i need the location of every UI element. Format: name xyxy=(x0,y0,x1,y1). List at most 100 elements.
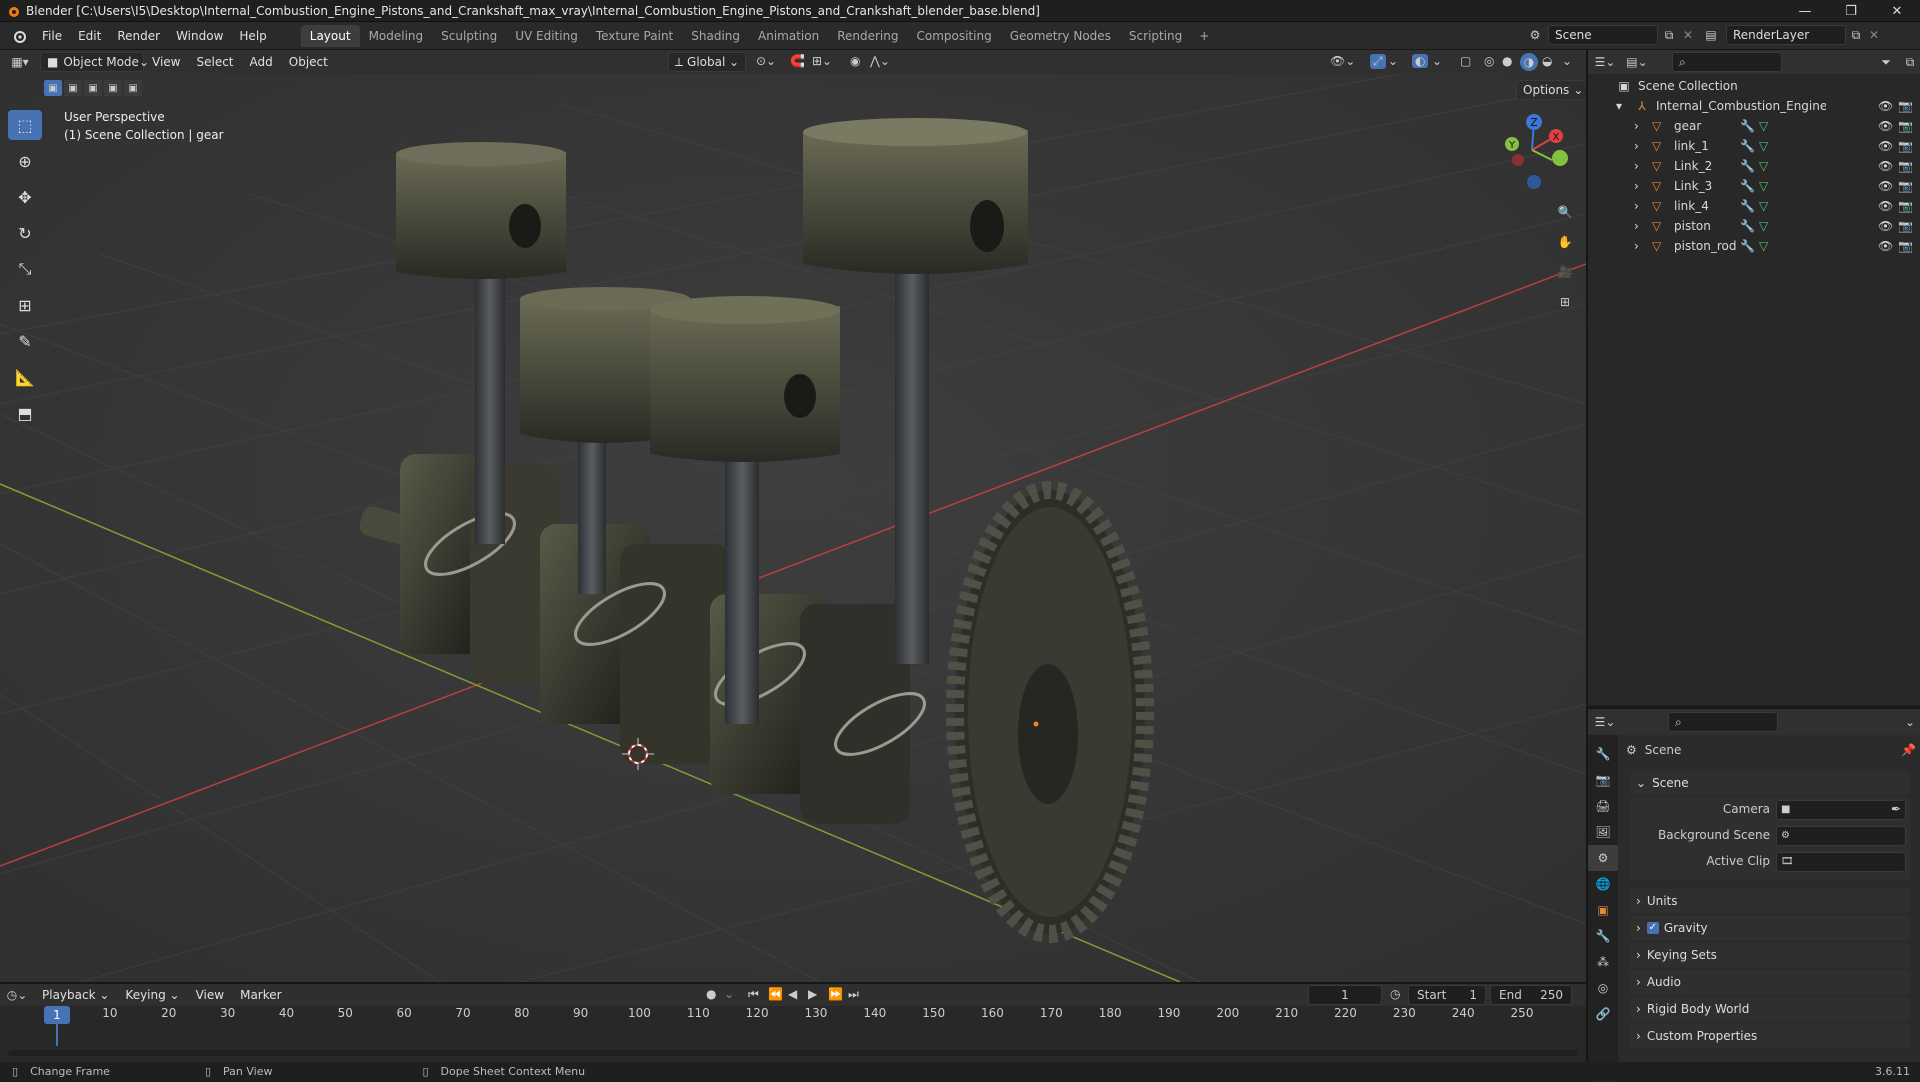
display-mode-icon[interactable]: ▤⌄ xyxy=(1622,55,1652,69)
outliner-search-input[interactable]: ⌕ xyxy=(1672,52,1782,72)
filter-icon[interactable]: ⏷ xyxy=(1874,55,1898,70)
rotate-tool-icon[interactable]: ↻ xyxy=(8,218,42,248)
modifier-tab-icon[interactable]: 🔧 xyxy=(1588,923,1618,949)
falloff-icon[interactable]: ⋀⌄ xyxy=(870,54,890,68)
modifier-wrench-icon[interactable]: 🔧 xyxy=(1740,199,1755,213)
menu-select[interactable]: Select xyxy=(188,51,241,73)
shading-dropdown-icon[interactable]: ⌄ xyxy=(1562,54,1572,68)
visibility-eye-icon[interactable]: 👁 xyxy=(1878,119,1893,133)
menu-edit[interactable]: Edit xyxy=(70,25,109,47)
new-view-layer-icon[interactable]: ⧉ xyxy=(1846,28,1866,43)
gizmo-toggle-icon[interactable]: ⤢ xyxy=(1370,54,1386,69)
view-layer-selector[interactable]: RenderLayer xyxy=(1726,25,1846,45)
add-cube-tool-icon[interactable]: ⬒ xyxy=(8,398,42,428)
visibility-eye-icon[interactable]: 👁 xyxy=(1878,219,1893,233)
tab-sculpting[interactable]: Sculpting xyxy=(432,25,506,47)
modifier-wrench-icon[interactable]: 🔧 xyxy=(1740,239,1755,253)
output-tab-icon[interactable]: 🖨 xyxy=(1588,793,1618,819)
chevron-right-icon[interactable]: › xyxy=(1634,239,1648,253)
chevron-right-icon[interactable]: › xyxy=(1634,219,1648,233)
playhead-frame-badge[interactable]: 1 xyxy=(44,1006,70,1024)
units-panel-header[interactable]: › Units xyxy=(1630,889,1910,913)
new-scene-icon[interactable]: ⧉ xyxy=(1658,28,1680,43)
material-preview-icon[interactable]: ◑ xyxy=(1520,53,1538,71)
ortho-toggle-icon[interactable]: ⊞ xyxy=(1553,290,1577,314)
rendered-shading-icon[interactable]: ◒ xyxy=(1542,54,1552,68)
chevron-right-icon[interactable]: › xyxy=(1634,159,1648,173)
menu-file[interactable]: File xyxy=(34,25,70,47)
render-tab-icon[interactable]: 📷 xyxy=(1588,767,1618,793)
outliner-object-row[interactable]: › ▽ link_4 🔧 ▽ 👁 📷 xyxy=(1588,196,1920,216)
xray-icon[interactable]: ▢ xyxy=(1460,54,1471,68)
chevron-down-icon[interactable]: ▾ xyxy=(1616,99,1630,113)
transform-tool-icon[interactable]: ⊞ xyxy=(8,290,42,320)
camera-field[interactable]: ■ ✒ xyxy=(1776,800,1906,820)
gravity-checkbox[interactable]: ✓ xyxy=(1646,922,1659,934)
eyedropper-icon[interactable]: ✒ xyxy=(1891,802,1901,816)
move-tool-icon[interactable]: ✥ xyxy=(8,182,42,212)
modifier-wrench-icon[interactable]: 🔧 xyxy=(1740,139,1755,153)
view-layer-icon[interactable]: ▤ xyxy=(1696,28,1726,42)
active-clip-field[interactable]: 🎞 xyxy=(1776,852,1906,872)
scene-tab-icon[interactable]: ⚙ xyxy=(1588,845,1618,871)
select-subtract-icon[interactable]: ▣ xyxy=(84,80,102,96)
tab-uv-editing[interactable]: UV Editing xyxy=(506,25,587,47)
tab-scripting[interactable]: Scripting xyxy=(1120,25,1191,47)
outliner-object-row[interactable]: › ▽ Link_2 🔧 ▽ 👁 📷 xyxy=(1588,156,1920,176)
frame-ruler[interactable]: 10 20 30 40 50 60 70 80 90 100 110 120 130 140 150 160 1… xyxy=(0,984,1586,1044)
visibility-eye-icon[interactable]: 👁 xyxy=(1878,99,1893,113)
select-invert-icon[interactable]: ▣ xyxy=(104,80,122,96)
overlays-icon[interactable]: ◐ xyxy=(1412,54,1429,68)
mesh-data-icon[interactable]: ▽ xyxy=(1759,219,1768,233)
menu-view[interactable]: View xyxy=(144,51,188,73)
render-camera-icon[interactable]: 📷 xyxy=(1898,139,1913,153)
modifier-wrench-icon[interactable]: 🔧 xyxy=(1740,119,1755,133)
tool-tab-icon[interactable]: 🔧 xyxy=(1588,741,1618,767)
chevron-right-icon[interactable]: › xyxy=(1634,139,1648,153)
menu-add[interactable]: Add xyxy=(242,51,281,73)
tab-modeling[interactable]: Modeling xyxy=(360,25,433,47)
object-tab-icon[interactable]: ▣ xyxy=(1588,897,1618,923)
outliner-editor-type-icon[interactable]: ☰⌄ xyxy=(1588,55,1622,69)
solid-shading-icon[interactable]: ● xyxy=(1502,54,1512,68)
particles-tab-icon[interactable]: ⁂ xyxy=(1588,949,1618,975)
custom-properties-panel-header[interactable]: › Custom Properties xyxy=(1630,1024,1910,1048)
modifier-wrench-icon[interactable]: 🔧 xyxy=(1740,179,1755,193)
mesh-data-icon[interactable]: ▽ xyxy=(1759,239,1768,253)
select-intersect-icon[interactable]: ▣ xyxy=(124,80,142,96)
scene-collection-row[interactable]: ▣ Scene Collection xyxy=(1588,76,1920,96)
outliner-object-row[interactable]: › ▽ Link_3 🔧 ▽ 👁 📷 xyxy=(1588,176,1920,196)
modifier-wrench-icon[interactable]: 🔧 xyxy=(1740,219,1755,233)
annotate-tool-icon[interactable]: ✎ xyxy=(8,326,42,356)
mesh-data-icon[interactable]: ▽ xyxy=(1759,199,1768,213)
outliner-object-row[interactable]: › ▽ piston_rod 🔧 ▽ 👁 📷 xyxy=(1588,236,1920,256)
chevron-right-icon[interactable]: › xyxy=(1634,179,1648,193)
chevron-right-icon[interactable]: › xyxy=(1634,199,1648,213)
rigid-body-world-panel-header[interactable]: › Rigid Body World xyxy=(1630,997,1910,1021)
gizmo-dropdown-icon[interactable]: ⌄ xyxy=(1388,54,1398,68)
properties-search-input[interactable]: ⌕ xyxy=(1668,712,1778,732)
navigation-gizmo[interactable]: Z X Y xyxy=(1496,110,1572,190)
snap-target-icon[interactable]: ⊞⌄ xyxy=(812,54,832,68)
proportional-edit-icon[interactable]: ◉ xyxy=(850,54,860,68)
mesh-data-icon[interactable]: ▽ xyxy=(1759,139,1768,153)
zoom-icon[interactable]: 🔍 xyxy=(1553,200,1577,224)
tab-animation[interactable]: Animation xyxy=(749,25,828,47)
chevron-right-icon[interactable]: › xyxy=(1634,119,1648,133)
modifier-wrench-icon[interactable]: 🔧 xyxy=(1740,159,1755,173)
cursor-tool-icon[interactable]: ⊕ xyxy=(8,146,42,176)
transform-orientation-selector[interactable]: ⟂ Global ⌄ xyxy=(668,52,746,72)
mesh-data-icon[interactable]: ▽ xyxy=(1759,119,1768,133)
snap-icon[interactable]: 🧲 xyxy=(790,54,805,68)
menu-object[interactable]: Object xyxy=(281,51,336,73)
visibility-eye-icon[interactable]: 👁 xyxy=(1878,239,1893,253)
outliner-object-row[interactable]: › ▽ gear 🔧 ▽ 👁 📷 xyxy=(1588,116,1920,136)
delete-view-layer-icon[interactable]: ✕ xyxy=(1866,28,1882,42)
select-box-tool-icon[interactable]: ⬚ xyxy=(8,110,42,140)
pin-icon[interactable]: 📌 xyxy=(1901,743,1916,757)
close-button[interactable]: ✕ xyxy=(1874,0,1920,22)
tab-texture-paint[interactable]: Texture Paint xyxy=(587,25,682,47)
render-camera-icon[interactable]: 📷 xyxy=(1898,199,1913,213)
constraints-tab-icon[interactable]: 🔗 xyxy=(1588,1001,1618,1027)
add-workspace-button[interactable]: + xyxy=(1191,25,1217,47)
